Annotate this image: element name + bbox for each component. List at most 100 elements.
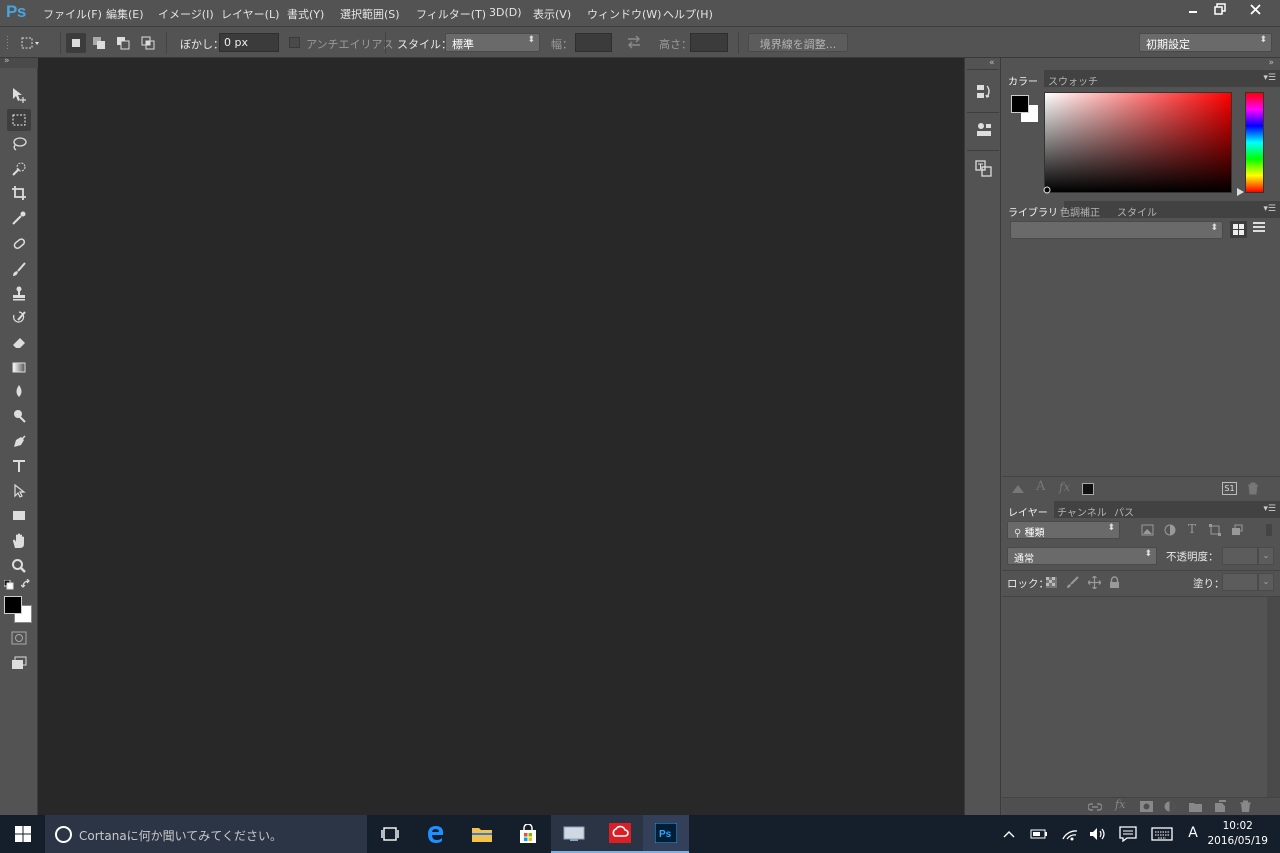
subtract-selection-button[interactable] (113, 33, 133, 53)
path-selection-tool[interactable] (7, 480, 31, 502)
lock-transparent-pixels-icon[interactable] (1046, 577, 1057, 588)
options-bar-grip[interactable] (6, 35, 9, 51)
properties-panel-button[interactable] (971, 117, 996, 142)
eyedropper-tool[interactable] (7, 207, 31, 229)
sync-badge[interactable]: S1 (1222, 482, 1237, 495)
add-layer-style-icon[interactable]: fx (1059, 480, 1070, 494)
rectangle-tool[interactable] (7, 504, 31, 526)
show-hidden-icons-button[interactable] (999, 825, 1019, 843)
add-layer-style-icon[interactable]: fx (1115, 798, 1125, 811)
expand-toolbar-icon[interactable]: » (4, 56, 10, 66)
crop-tool[interactable] (7, 182, 31, 204)
layers-scrollbar[interactable] (1267, 597, 1280, 797)
character-panel-button[interactable] (971, 156, 996, 181)
quick-selection-tool[interactable] (7, 158, 31, 180)
screen-mode-button[interactable] (7, 652, 31, 674)
cortana-search-box[interactable]: Cortanaに何か聞いてみてください。 (45, 815, 367, 853)
pen-tool[interactable] (7, 431, 31, 453)
menu-view[interactable]: 表示(V) (533, 6, 571, 22)
feather-input[interactable]: 0 px (219, 33, 279, 52)
fill-input[interactable] (1222, 573, 1258, 591)
menu-edit[interactable]: 編集(E) (106, 6, 144, 22)
color-spectrum-field[interactable] (1044, 92, 1232, 193)
gradient-tool[interactable] (7, 356, 31, 378)
move-tool[interactable] (7, 84, 31, 106)
menu-layer[interactable]: レイヤー(L) (221, 6, 279, 22)
task-view-button[interactable] (367, 815, 413, 853)
new-adjustment-layer-icon[interactable] (1164, 801, 1175, 812)
menu-select[interactable]: 選択範囲(S) (340, 6, 400, 22)
list-view-button[interactable] (1253, 222, 1265, 233)
menu-image[interactable]: イメージ(I) (158, 6, 214, 22)
swap-colors-button[interactable] (21, 579, 32, 590)
rectangular-marquee-tool[interactable] (7, 109, 31, 131)
toolbar-header[interactable]: » (0, 56, 38, 68)
taskbar-app-photoshop[interactable]: Ps (643, 815, 689, 853)
lock-image-pixels-icon[interactable] (1066, 576, 1079, 589)
new-selection-button[interactable] (66, 33, 86, 53)
height-input[interactable] (690, 33, 728, 52)
new-group-icon[interactable] (1189, 801, 1202, 812)
hue-slider-handle-icon[interactable] (1237, 188, 1244, 196)
action-center-button[interactable] (1118, 825, 1138, 843)
taskbar-app-explorer[interactable] (459, 815, 505, 853)
start-button[interactable] (0, 815, 45, 853)
menu-type[interactable]: 書式(Y) (287, 6, 324, 22)
new-layer-icon[interactable] (1214, 800, 1226, 812)
history-brush-tool[interactable] (7, 307, 31, 329)
default-colors-button[interactable] (4, 580, 14, 590)
volume-button[interactable] (1088, 825, 1108, 843)
taskbar-app-remote[interactable] (551, 815, 597, 853)
fill-dropdown[interactable]: ⌄ (1258, 573, 1274, 591)
ime-indicator[interactable]: A (1183, 824, 1203, 842)
panel-menu-icon[interactable]: ▾☰ (1263, 204, 1276, 214)
clone-stamp-tool[interactable] (7, 282, 31, 304)
style-select[interactable]: 標準 ⬍ (445, 33, 540, 52)
blend-mode-select[interactable]: 通常 ⬍ (1007, 547, 1157, 565)
add-fill-color-icon[interactable] (1082, 483, 1094, 495)
tab-adjustments[interactable]: 色調補正 (1054, 201, 1106, 219)
tab-paths[interactable]: パス (1108, 501, 1140, 519)
add-selection-button[interactable] (89, 33, 109, 53)
eraser-tool[interactable] (7, 331, 31, 353)
filter-adjustment-layers-icon[interactable] (1164, 524, 1176, 536)
tab-color[interactable]: カラー (1002, 70, 1044, 88)
tab-styles[interactable]: スタイル (1111, 201, 1163, 219)
grid-view-button[interactable] (1230, 221, 1247, 238)
type-tool[interactable] (7, 455, 31, 477)
add-layer-mask-icon[interactable] (1140, 801, 1153, 812)
taskbar-app-store[interactable] (505, 815, 551, 853)
taskbar-app-creative-cloud[interactable] (597, 815, 643, 853)
lock-position-icon[interactable] (1088, 576, 1101, 589)
document-canvas-area[interactable] (38, 58, 964, 815)
link-layers-icon[interactable] (1088, 802, 1102, 812)
filter-shape-layers-icon[interactable] (1209, 524, 1221, 536)
workspace-select[interactable]: 初期設定 ⬍ (1139, 33, 1272, 52)
refine-edge-button[interactable]: 境界線を調整... (748, 33, 848, 52)
taskbar-clock[interactable]: 10:02 2016/05/19 (1207, 819, 1268, 849)
panel-menu-icon[interactable]: ▾☰ (1263, 504, 1276, 514)
hue-slider[interactable] (1245, 92, 1264, 193)
restore-button[interactable] (1203, 0, 1237, 18)
lasso-tool[interactable] (7, 133, 31, 155)
dodge-tool[interactable] (7, 405, 31, 427)
add-graphic-icon[interactable] (1010, 481, 1026, 495)
add-character-style-icon[interactable]: A (1036, 479, 1045, 494)
filter-type-layers-icon[interactable]: T (1188, 522, 1196, 536)
menu-filter[interactable]: フィルター(T) (416, 6, 486, 22)
menu-help[interactable]: ヘルプ(H) (663, 6, 713, 22)
tab-channels[interactable]: チャンネル (1051, 501, 1113, 519)
library-select[interactable]: ⬍ (1010, 221, 1223, 239)
battery-button[interactable] (1029, 825, 1049, 843)
blur-tool[interactable] (7, 380, 31, 402)
history-panel-button[interactable] (971, 79, 996, 104)
menu-file[interactable]: ファイル(F) (43, 6, 102, 22)
hand-tool[interactable] (7, 530, 31, 552)
filter-smart-objects-icon[interactable] (1231, 524, 1243, 536)
taskbar-app-edge[interactable] (413, 815, 459, 853)
panel-menu-icon[interactable]: ▾☰ (1263, 73, 1276, 83)
tab-swatches[interactable]: スウォッチ (1042, 70, 1104, 88)
foreground-color-swatch[interactable] (4, 596, 22, 614)
collapse-panels-icon[interactable]: » (1268, 58, 1274, 68)
opacity-input[interactable] (1222, 547, 1258, 565)
